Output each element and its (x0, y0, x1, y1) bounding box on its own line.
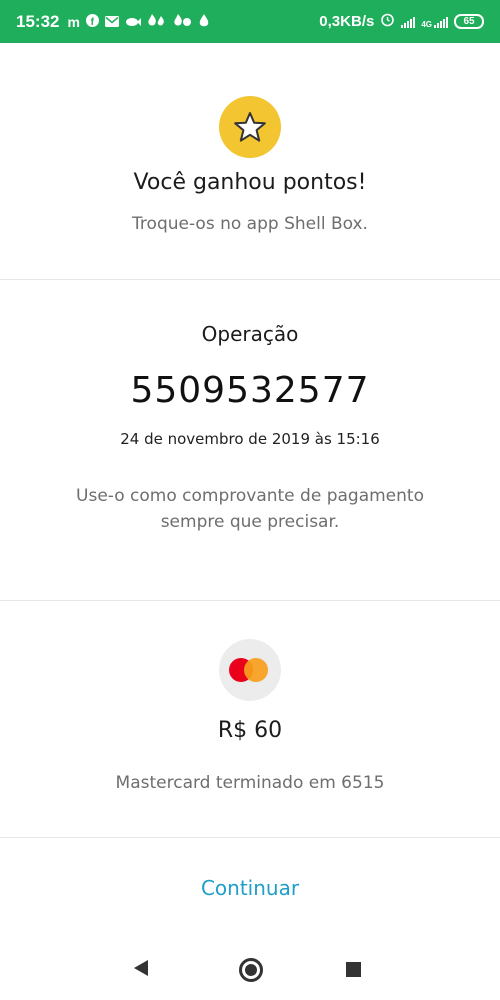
notification-icons: m f (67, 13, 209, 30)
operation-number: 5509532577 (130, 370, 370, 411)
signal-4g-icon (434, 16, 448, 28)
mastercard-orange-circle (244, 658, 268, 682)
card-description: Mastercard terminado em 6515 (115, 773, 385, 793)
points-title: Você ganhou pontos! (133, 170, 367, 195)
mail-icon (104, 15, 119, 29)
mastercard-icon (219, 639, 281, 701)
status-bar: 15:32 m f 0,3KB/s 4G 65 (0, 0, 500, 43)
network-type: 4G (421, 20, 432, 29)
divider (0, 837, 500, 838)
continue-button[interactable]: Continuar (150, 866, 350, 910)
star-icon (234, 112, 266, 142)
operation-note: Use-o como comprovante de pagamento semp… (76, 486, 424, 532)
home-icon[interactable] (239, 958, 263, 982)
battery-icon: 65 (454, 14, 484, 29)
flame-icon (147, 14, 167, 29)
points-subtitle: Troque-os no app Shell Box. (132, 214, 368, 234)
divider (0, 600, 500, 601)
fish-icon (125, 15, 141, 29)
recent-apps-icon[interactable] (346, 962, 361, 977)
status-left: 15:32 m f (16, 12, 209, 32)
payment-amount: R$ 60 (217, 718, 283, 743)
signal-icon (401, 16, 416, 28)
alarm-icon (380, 12, 395, 31)
flame-icon (173, 14, 193, 29)
battery-level: 65 (463, 16, 475, 27)
operation-label: Operação (201, 322, 299, 346)
divider (0, 279, 500, 280)
drop-icon (199, 14, 209, 29)
facebook-icon: f (85, 14, 99, 29)
back-icon[interactable] (134, 960, 148, 976)
m-icon: m (67, 13, 80, 30)
star-badge (219, 96, 281, 158)
navigation-bar (0, 940, 500, 1000)
network-speed: 0,3KB/s (319, 13, 375, 30)
status-right: 0,3KB/s 4G 65 (319, 12, 484, 31)
status-time: 15:32 (16, 11, 60, 31)
operation-date: 24 de novembro de 2019 às 15:16 (120, 430, 380, 448)
